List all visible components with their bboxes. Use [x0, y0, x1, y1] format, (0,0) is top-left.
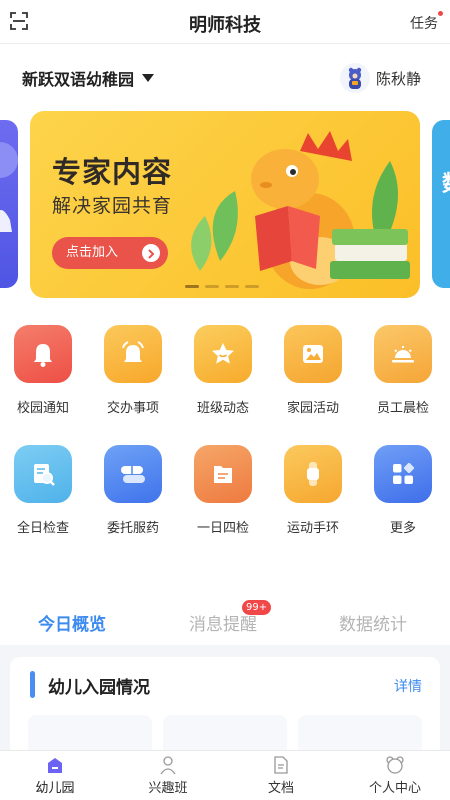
- person-icon: [160, 756, 176, 775]
- grid-item-family-activities[interactable]: 家园活动: [278, 325, 348, 416]
- grid-label: 运动手环: [286, 521, 339, 536]
- nav-label: 文档: [267, 781, 294, 796]
- capsule-icon: [104, 445, 162, 503]
- school-selector[interactable]: 新跃双语幼稚园: [22, 66, 134, 90]
- task-button[interactable]: 任务: [410, 11, 443, 33]
- grid-label: 委托服药: [106, 521, 159, 536]
- carousel-dot[interactable]: [205, 285, 219, 288]
- grid-item-class-updates[interactable]: 班级动态: [188, 325, 258, 416]
- avatar[interactable]: [340, 63, 370, 93]
- more-apps-icon: [374, 445, 432, 503]
- magnifier-document-icon: [14, 445, 72, 503]
- bottom-nav: 幼儿园 兴趣班 文档 个人中心: [0, 750, 450, 800]
- grid-label: 更多: [389, 521, 416, 536]
- school-row: 新跃双语幼稚园 陈秋静: [0, 58, 450, 98]
- nav-documents[interactable]: 文档: [236, 751, 326, 800]
- grid-item-medication[interactable]: 委托服药: [98, 445, 168, 536]
- section-marker: [30, 671, 35, 698]
- sunrise-icon: [374, 325, 432, 383]
- carousel-dot[interactable]: [225, 285, 239, 288]
- picture-icon: [284, 325, 342, 383]
- arrow-right-icon: [142, 244, 160, 262]
- task-label: 任务: [410, 16, 438, 32]
- promo-banner[interactable]: 专家内容 解决家园共育 点击加入: [30, 111, 420, 298]
- grid-label: 家园活动: [286, 401, 339, 416]
- document-icon: [274, 756, 288, 774]
- task-notification-dot: [438, 11, 443, 16]
- overview-tabs: 今日概览 消息提醒 99+ 数据统计: [0, 600, 450, 644]
- join-button-label: 点击加入: [66, 245, 119, 260]
- smartwatch-icon: [284, 445, 342, 503]
- stat-card[interactable]: [163, 715, 287, 755]
- details-link[interactable]: 详情: [394, 676, 422, 696]
- user-name: 陈秋静: [376, 70, 422, 88]
- stat-card[interactable]: [28, 715, 152, 755]
- grid-item-fitness-band[interactable]: 运动手环: [278, 445, 348, 536]
- unread-badge: 99+: [242, 600, 272, 615]
- nav-label: 兴趣班: [148, 781, 188, 796]
- grid-item-campus-notice[interactable]: 校园通知: [8, 325, 78, 416]
- bell-shape-icon: [0, 142, 18, 232]
- carousel-prev-card[interactable]: [0, 120, 18, 288]
- grid-item-assigned-tasks[interactable]: 交办事项: [98, 325, 168, 416]
- alarm-icon: [104, 325, 162, 383]
- tab-data-statistics[interactable]: 数据统计: [339, 610, 407, 635]
- grid-item-full-day-inspection[interactable]: 全日检查: [8, 445, 78, 536]
- top-bar: 明师科技 任务: [0, 0, 450, 44]
- grid-label: 全日检查: [16, 521, 69, 536]
- bear-avatar-icon: [348, 67, 362, 89]
- grid-label: 校园通知: [16, 401, 69, 416]
- caret-down-icon[interactable]: [142, 74, 154, 82]
- banner-title: 专家内容: [52, 155, 173, 189]
- stat-card[interactable]: [298, 715, 422, 755]
- grid-item-staff-morning-check[interactable]: 员工晨检: [368, 325, 438, 416]
- join-button[interactable]: 点击加入: [52, 237, 168, 269]
- nav-interest-class[interactable]: 兴趣班: [123, 751, 213, 800]
- grid-item-more[interactable]: 更多: [368, 445, 438, 536]
- carousel-dot[interactable]: [185, 285, 199, 288]
- grid-item-four-checks[interactable]: 一日四检: [188, 445, 258, 536]
- carousel-dot[interactable]: [245, 285, 259, 288]
- carousel-indicator: [185, 285, 259, 288]
- next-card-text: 数: [442, 166, 450, 198]
- nav-label: 个人中心: [368, 781, 421, 796]
- bear-face-icon: [386, 756, 404, 774]
- star-icon: [194, 325, 252, 383]
- grid-label: 一日四检: [196, 521, 249, 536]
- card-title: 幼儿入园情况: [48, 678, 150, 698]
- bell-icon: [14, 325, 72, 383]
- nav-kindergarten[interactable]: 幼儿园: [10, 751, 100, 800]
- grid-label: 班级动态: [196, 401, 249, 416]
- nav-label: 幼儿园: [35, 781, 75, 796]
- carousel-next-card[interactable]: 数: [432, 120, 450, 288]
- banner-subtitle: 解决家园共育: [52, 195, 173, 217]
- app-title: 明师科技: [189, 15, 261, 36]
- grid-label: 员工晨检: [376, 401, 429, 416]
- nav-profile[interactable]: 个人中心: [350, 751, 440, 800]
- checklist-icon: [194, 445, 252, 503]
- enrollment-card: 幼儿入园情况 详情: [10, 657, 440, 757]
- grid-label: 交办事项: [106, 401, 159, 416]
- tab-today-overview[interactable]: 今日概览: [38, 610, 106, 635]
- kindergarten-icon: [48, 758, 62, 773]
